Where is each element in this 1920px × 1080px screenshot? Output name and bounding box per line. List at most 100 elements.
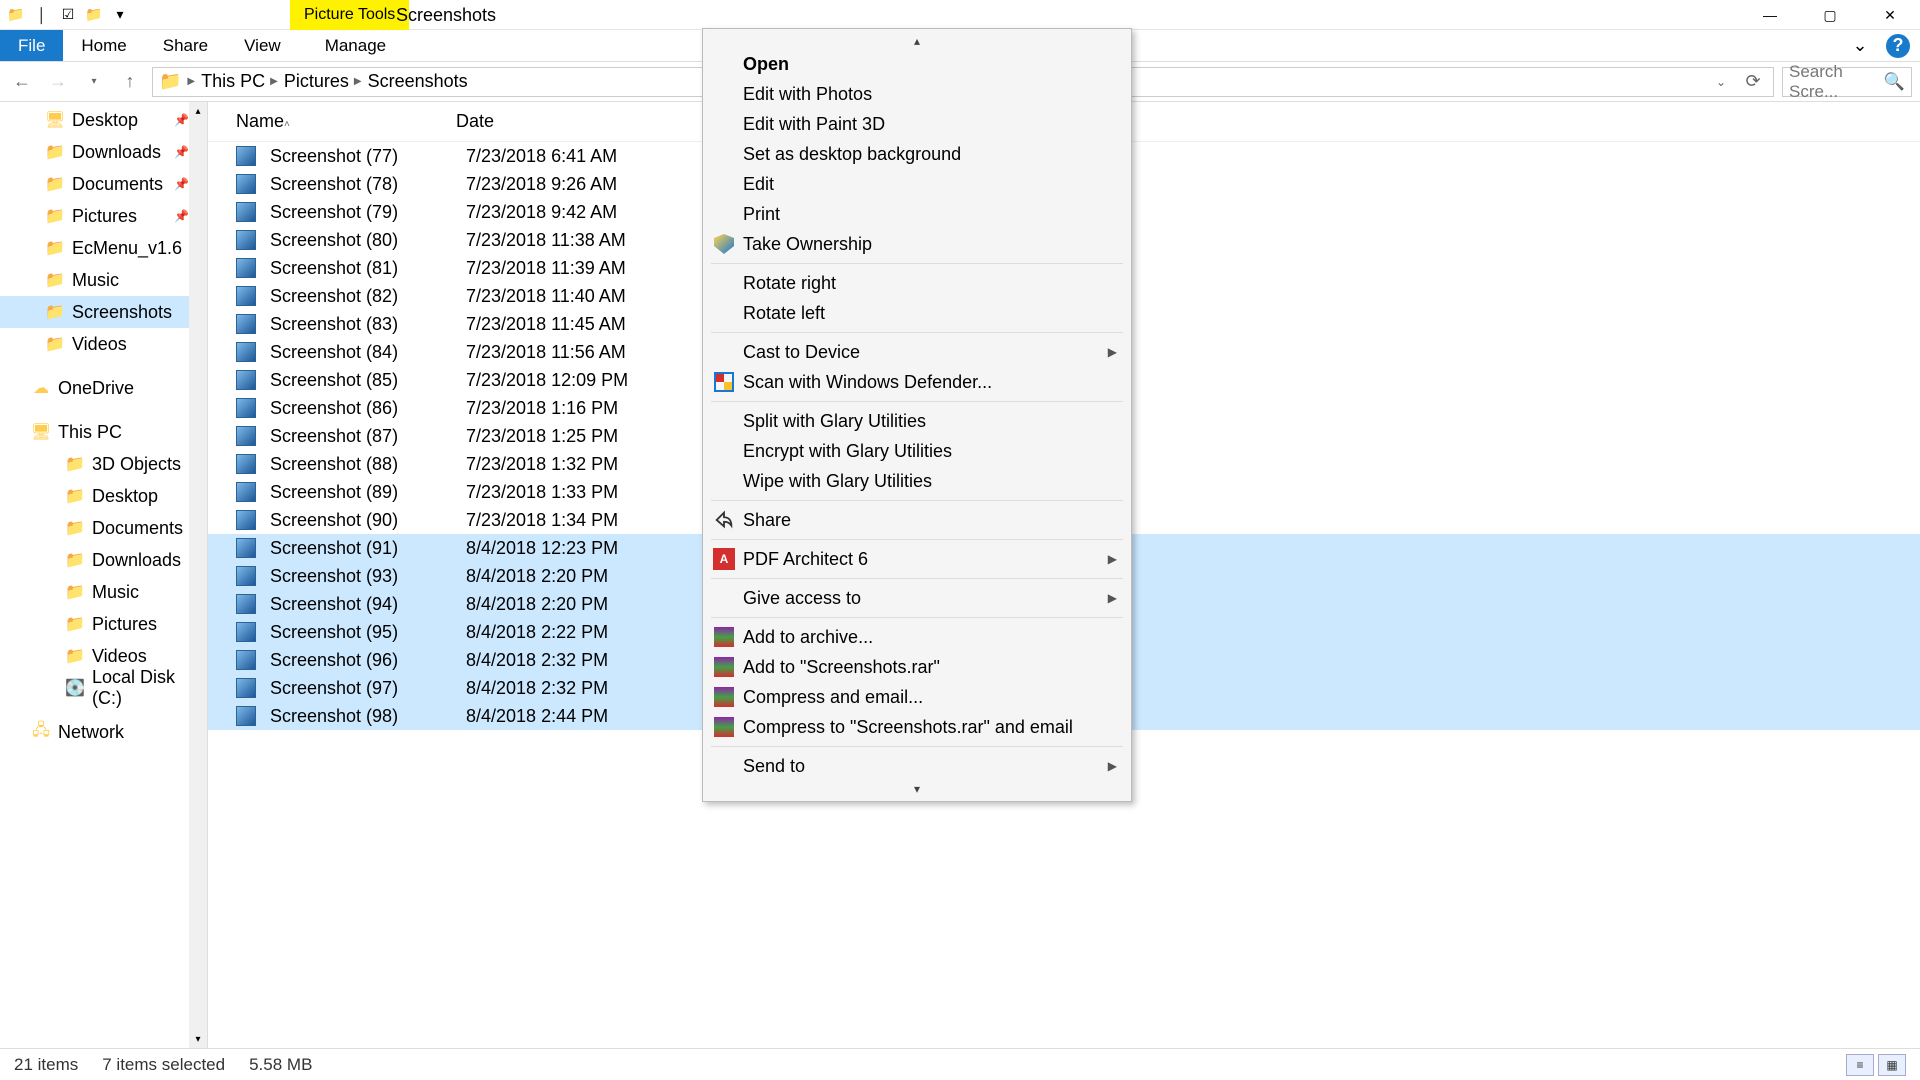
- file-date: 7/23/2018 11:56 AM: [466, 342, 726, 363]
- context-separator: [711, 617, 1123, 618]
- tab-manage[interactable]: Manage: [307, 30, 404, 61]
- context-item-rotate-right[interactable]: Rotate right: [703, 268, 1131, 298]
- sidebar-item-pictures[interactable]: 📁Pictures📌: [0, 200, 207, 232]
- file-date: 7/23/2018 6:41 AM: [466, 146, 726, 167]
- sidebar-item-desktop[interactable]: 🖥Desktop📌: [0, 104, 207, 136]
- column-header-name[interactable]: Name˄: [236, 111, 456, 132]
- context-separator: [711, 578, 1123, 579]
- context-item-pdf-architect-6[interactable]: APDF Architect 6▶: [703, 544, 1131, 574]
- context-item-add-to-archive[interactable]: Add to archive...: [703, 622, 1131, 652]
- file-date: 8/4/2018 12:23 PM: [466, 538, 726, 559]
- search-input[interactable]: Search Scre... 🔍: [1782, 67, 1912, 97]
- image-file-icon: [236, 454, 256, 474]
- view-details-button[interactable]: ≡: [1846, 1054, 1874, 1076]
- help-icon[interactable]: ?: [1886, 34, 1910, 58]
- sidebar-item-music[interactable]: 📁Music: [0, 264, 207, 296]
- new-folder-icon[interactable]: 📁: [84, 5, 104, 25]
- file-date: 7/23/2018 11:45 AM: [466, 314, 726, 335]
- properties-icon[interactable]: ☑: [58, 5, 78, 25]
- sidebar-item-pictures[interactable]: 📁Pictures: [0, 608, 207, 640]
- column-header-date[interactable]: Date: [456, 111, 716, 132]
- context-item-send-to[interactable]: Send to▶: [703, 751, 1131, 781]
- sidebar-item-label: Documents: [72, 174, 163, 195]
- scroll-up-icon[interactable]: ▴: [189, 102, 207, 120]
- back-button[interactable]: ←: [8, 68, 36, 96]
- context-item-wipe-with-glary-utilities[interactable]: Wipe with Glary Utilities: [703, 466, 1131, 496]
- archive-icon: [713, 656, 735, 678]
- breadcrumb-segment-pictures[interactable]: Pictures▶: [284, 71, 362, 92]
- sidebar-item-videos[interactable]: 📁Videos: [0, 328, 207, 360]
- sidebar-item-network[interactable]: 🖧Network: [0, 716, 207, 748]
- context-item-compress-to-screenshots-rar-and-email[interactable]: Compress to "Screenshots.rar" and email: [703, 712, 1131, 742]
- context-scroll-down-icon[interactable]: ▾: [703, 781, 1131, 797]
- sidebar-item-label: Documents: [92, 518, 183, 539]
- sidebar-scrollbar[interactable]: ▴ ▾: [189, 102, 207, 1048]
- file-name: Screenshot (94): [270, 594, 466, 615]
- sidebar-item-documents[interactable]: 📁Documents: [0, 512, 207, 544]
- context-item-split-with-glary-utilities[interactable]: Split with Glary Utilities: [703, 406, 1131, 436]
- view-thumbnails-button[interactable]: ▦: [1878, 1054, 1906, 1076]
- expand-ribbon-icon[interactable]: ⌄: [1848, 34, 1872, 58]
- context-item-print[interactable]: Print: [703, 199, 1131, 229]
- image-file-icon: [236, 426, 256, 446]
- refresh-icon[interactable]: ⟳: [1739, 68, 1767, 96]
- context-item-compress-and-email[interactable]: Compress and email...: [703, 682, 1131, 712]
- context-item-edit[interactable]: Edit: [703, 169, 1131, 199]
- sidebar-item-downloads[interactable]: 📁Downloads📌: [0, 136, 207, 168]
- tab-home[interactable]: Home: [63, 30, 144, 61]
- context-item-label: Add to "Screenshots.rar": [743, 657, 940, 678]
- context-tab-picture-tools[interactable]: Picture Tools: [290, 0, 409, 30]
- minimize-button[interactable]: —: [1740, 0, 1800, 30]
- up-button[interactable]: ↑: [116, 68, 144, 96]
- folder-icon: 💽: [66, 679, 84, 697]
- context-item-open[interactable]: Open: [703, 49, 1131, 79]
- history-dropdown-icon[interactable]: ▾: [80, 68, 108, 96]
- sidebar-item-onedrive[interactable]: ☁OneDrive: [0, 372, 207, 404]
- address-dropdown-icon[interactable]: ⌄: [1707, 68, 1735, 96]
- breadcrumb-segment-screenshots[interactable]: Screenshots: [368, 71, 468, 92]
- folder-icon: 📁: [46, 175, 64, 193]
- sidebar-item-this-pc[interactable]: 🖥This PC: [0, 416, 207, 448]
- context-item-label: Edit: [743, 174, 774, 195]
- maximize-button[interactable]: ▢: [1800, 0, 1860, 30]
- sidebar-item-3d-objects[interactable]: 📁3D Objects: [0, 448, 207, 480]
- context-item-take-ownership[interactable]: Take Ownership: [703, 229, 1131, 259]
- sidebar-item-ecmenu-v1-6[interactable]: 📁EcMenu_v1.6: [0, 232, 207, 264]
- tab-view[interactable]: View: [226, 30, 299, 61]
- context-item-encrypt-with-glary-utilities[interactable]: Encrypt with Glary Utilities: [703, 436, 1131, 466]
- context-separator: [711, 539, 1123, 540]
- context-item-label: Wipe with Glary Utilities: [743, 471, 932, 492]
- breadcrumb-segment-thispc[interactable]: This PC▶: [201, 71, 278, 92]
- context-item-label: Encrypt with Glary Utilities: [743, 441, 952, 462]
- sidebar-item-downloads[interactable]: 📁Downloads: [0, 544, 207, 576]
- sidebar-item-music[interactable]: 📁Music: [0, 576, 207, 608]
- title-bar: 📁 │ ☑ 📁 ▾ Picture Tools Screenshots — ▢ …: [0, 0, 1920, 30]
- forward-button[interactable]: →: [44, 68, 72, 96]
- scroll-down-icon[interactable]: ▾: [189, 1030, 207, 1048]
- tab-share[interactable]: Share: [145, 30, 226, 61]
- sidebar-item-screenshots[interactable]: 📁Screenshots: [0, 296, 207, 328]
- sidebar-item-label: Videos: [72, 334, 127, 355]
- qat-dropdown-icon[interactable]: ▾: [110, 5, 130, 25]
- submenu-arrow-icon: ▶: [1108, 552, 1117, 566]
- file-name: Screenshot (91): [270, 538, 466, 559]
- context-item-cast-to-device[interactable]: Cast to Device▶: [703, 337, 1131, 367]
- sidebar-item-label: Downloads: [92, 550, 181, 571]
- context-item-share[interactable]: Share: [703, 505, 1131, 535]
- chevron-right-icon[interactable]: ▶: [187, 76, 195, 87]
- context-item-edit-with-photos[interactable]: Edit with Photos: [703, 79, 1131, 109]
- context-item-rotate-left[interactable]: Rotate left: [703, 298, 1131, 328]
- tab-file[interactable]: File: [0, 30, 63, 61]
- folder-icon: 📁: [46, 303, 64, 321]
- sidebar-item-local-disk-c-[interactable]: 💽Local Disk (C:): [0, 672, 207, 704]
- context-item-set-as-desktop-background[interactable]: Set as desktop background: [703, 139, 1131, 169]
- context-item-give-access-to[interactable]: Give access to▶: [703, 583, 1131, 613]
- sidebar-item-desktop[interactable]: 📁Desktop: [0, 480, 207, 512]
- context-item-add-to-screenshots-rar[interactable]: Add to "Screenshots.rar": [703, 652, 1131, 682]
- context-item-edit-with-paint-3d[interactable]: Edit with Paint 3D: [703, 109, 1131, 139]
- context-scroll-up-icon[interactable]: ▴: [703, 33, 1131, 49]
- context-item-scan-with-windows-defender[interactable]: Scan with Windows Defender...: [703, 367, 1131, 397]
- close-button[interactable]: ✕: [1860, 0, 1920, 30]
- sidebar-item-documents[interactable]: 📁Documents📌: [0, 168, 207, 200]
- status-bar: 21 items 7 items selected 5.58 MB ≡ ▦: [0, 1048, 1920, 1080]
